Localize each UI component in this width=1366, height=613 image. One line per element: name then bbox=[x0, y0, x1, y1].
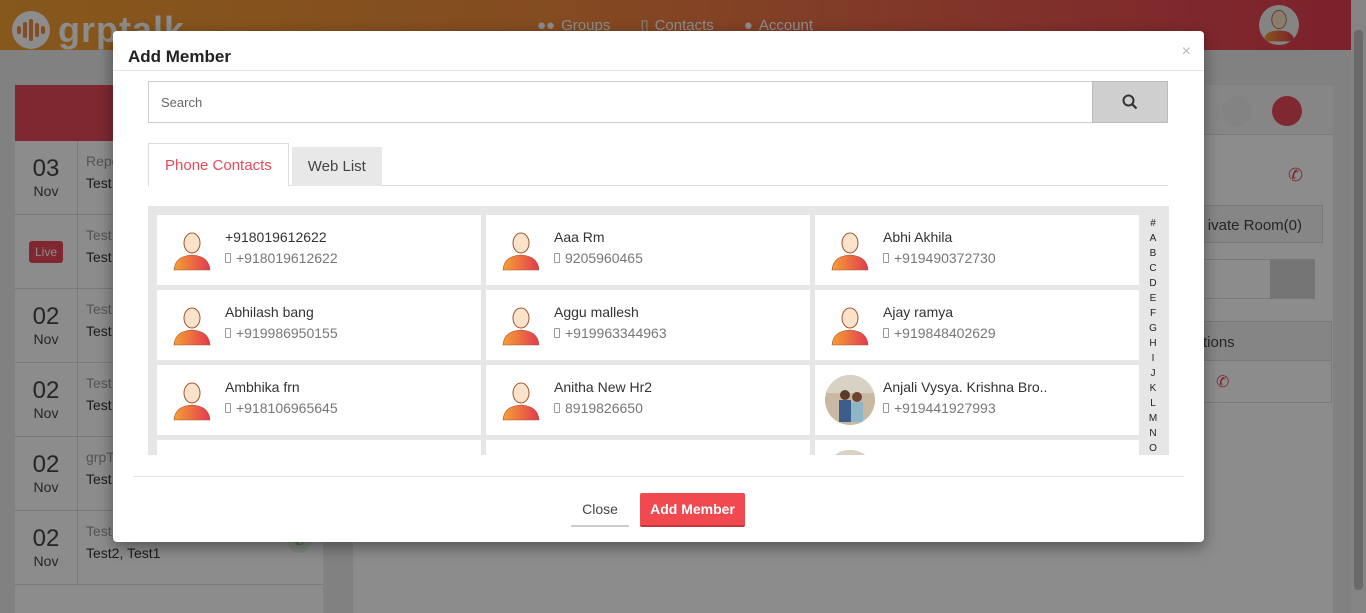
alphabet-index-letter[interactable]: A bbox=[1146, 231, 1160, 246]
default-avatar-icon bbox=[500, 303, 542, 347]
contacts-grid: +918019612622 +918019612622 Aaa Rm 92059604… bbox=[157, 215, 1139, 455]
contact-phone: +919986950155 bbox=[225, 325, 338, 341]
alphabet-index-letter[interactable]: G bbox=[1146, 321, 1160, 336]
contact-name: Ambhika frn bbox=[225, 379, 300, 395]
contact-phone-number: +919986950155 bbox=[236, 325, 338, 341]
contact-card[interactable] bbox=[815, 440, 1139, 455]
alphabet-index-letter[interactable]: O bbox=[1146, 441, 1160, 455]
add-member-button[interactable]: Add Member bbox=[640, 493, 745, 527]
contact-search bbox=[148, 81, 1168, 123]
default-avatar-icon bbox=[171, 378, 213, 422]
contact-card[interactable]: Ajay ramya +919848402629 bbox=[815, 290, 1139, 360]
add-member-modal: Add Member × Phone Contacts Web List +91… bbox=[113, 31, 1204, 542]
alphabet-index-letter[interactable]: L bbox=[1146, 396, 1160, 411]
contact-name: Abhilash bang bbox=[225, 304, 314, 320]
contact-name: Ajay ramya bbox=[883, 304, 954, 320]
default-avatar-icon bbox=[500, 378, 542, 422]
alphabet-index-letter[interactable]: H bbox=[1146, 336, 1160, 351]
alphabet-index-letter[interactable]: K bbox=[1146, 381, 1160, 396]
mobile-phone-icon bbox=[225, 403, 231, 413]
search-input[interactable] bbox=[148, 81, 1092, 123]
contact-source-tabs: Phone Contacts Web List bbox=[148, 143, 1168, 187]
contact-card[interactable]: Abhilash bang +919986950155 bbox=[157, 290, 481, 360]
alphabet-index-letter[interactable]: # bbox=[1146, 216, 1160, 231]
contact-name: Aggu mallesh bbox=[554, 304, 639, 320]
close-icon[interactable]: × bbox=[1182, 43, 1191, 61]
mobile-phone-icon bbox=[554, 253, 560, 263]
contact-phone: +918019612622 bbox=[225, 250, 338, 266]
alphabet-index-letter[interactable]: F bbox=[1146, 306, 1160, 321]
mobile-phone-icon bbox=[554, 403, 560, 413]
modal-footer: Close Add Member bbox=[133, 476, 1184, 542]
contact-phone-number: 9205960465 bbox=[565, 250, 643, 266]
contact-name: Anjali Vysya. Krishna Bro.. bbox=[883, 379, 1048, 395]
alphabet-index-letter[interactable]: J bbox=[1146, 366, 1160, 381]
contact-phone-number: 8919826650 bbox=[565, 400, 643, 416]
alphabet-index-letter[interactable]: I bbox=[1146, 351, 1160, 366]
contact-phone-number: +919963344963 bbox=[565, 325, 667, 341]
default-avatar-icon bbox=[829, 303, 871, 347]
mobile-phone-icon bbox=[225, 328, 231, 338]
contact-photo bbox=[825, 375, 875, 425]
mobile-phone-icon bbox=[883, 403, 889, 413]
default-avatar-icon bbox=[171, 228, 213, 272]
alphabet-index-letter[interactable]: B bbox=[1146, 246, 1160, 261]
tab-web-list[interactable]: Web List bbox=[291, 147, 382, 186]
contact-phone: +919441927993 bbox=[883, 400, 996, 416]
alphabet-index-letter[interactable]: N bbox=[1146, 426, 1160, 441]
contact-phone: +919963344963 bbox=[554, 325, 667, 341]
modal-title: Add Member bbox=[128, 47, 231, 66]
alphabet-index-letter[interactable]: M bbox=[1146, 411, 1160, 426]
contact-card[interactable] bbox=[486, 440, 810, 455]
contact-phone-number: +919848402629 bbox=[894, 325, 996, 341]
contact-phone-number: +918019612622 bbox=[236, 250, 338, 266]
modal-header: Add Member × bbox=[113, 31, 1204, 71]
contact-phone: 8919826650 bbox=[554, 400, 643, 416]
search-button[interactable] bbox=[1092, 81, 1168, 123]
contact-phone: 9205960465 bbox=[554, 250, 643, 266]
contact-phone: +918106965645 bbox=[225, 400, 338, 416]
alphabet-index-letter[interactable]: C bbox=[1146, 261, 1160, 276]
contact-name: Abhi Akhila bbox=[883, 229, 953, 245]
contact-card[interactable]: Anitha New Hr2 8919826650 bbox=[486, 365, 810, 435]
default-avatar-icon bbox=[500, 228, 542, 272]
contact-name: Aaa Rm bbox=[554, 229, 605, 245]
mobile-phone-icon bbox=[225, 253, 231, 263]
default-avatar-icon bbox=[829, 228, 871, 272]
contact-phone-number: +918106965645 bbox=[236, 400, 338, 416]
contact-card[interactable]: Anjali Vysya. Krishna Bro.. +919441927993 bbox=[815, 365, 1139, 435]
contact-phone: +919848402629 bbox=[883, 325, 996, 341]
contact-phone: +919490372730 bbox=[883, 250, 996, 266]
alphabet-index-letter[interactable]: E bbox=[1146, 291, 1160, 306]
contact-card[interactable]: Aaa Rm 9205960465 bbox=[486, 215, 810, 285]
contact-card[interactable]: Abhi Akhila +919490372730 bbox=[815, 215, 1139, 285]
contact-phone-number: +919490372730 bbox=[894, 250, 996, 266]
contact-card[interactable]: Ambhika frn +918106965645 bbox=[157, 365, 481, 435]
search-icon bbox=[1122, 94, 1138, 110]
contact-phone-number: +919441927993 bbox=[894, 400, 996, 416]
close-button[interactable]: Close bbox=[571, 493, 629, 527]
mobile-phone-icon bbox=[554, 328, 560, 338]
contact-card[interactable]: Aggu mallesh +919963344963 bbox=[486, 290, 810, 360]
contact-photo bbox=[825, 450, 875, 455]
alphabet-index-letter[interactable]: D bbox=[1146, 276, 1160, 291]
contact-card[interactable]: +918019612622 +918019612622 bbox=[157, 215, 481, 285]
alphabet-index: # A B C D E F G H I J K L M N O bbox=[1146, 216, 1160, 455]
contacts-list[interactable]: +918019612622 +918019612622 Aaa Rm 92059604… bbox=[148, 206, 1169, 455]
contact-name: Anitha New Hr2 bbox=[554, 379, 653, 395]
mobile-phone-icon bbox=[883, 253, 889, 263]
mobile-phone-icon bbox=[883, 328, 889, 338]
tab-phone-contacts[interactable]: Phone Contacts bbox=[148, 143, 289, 187]
contact-card[interactable] bbox=[157, 440, 481, 455]
default-avatar-icon bbox=[171, 303, 213, 347]
contact-name: +918019612622 bbox=[225, 229, 327, 245]
